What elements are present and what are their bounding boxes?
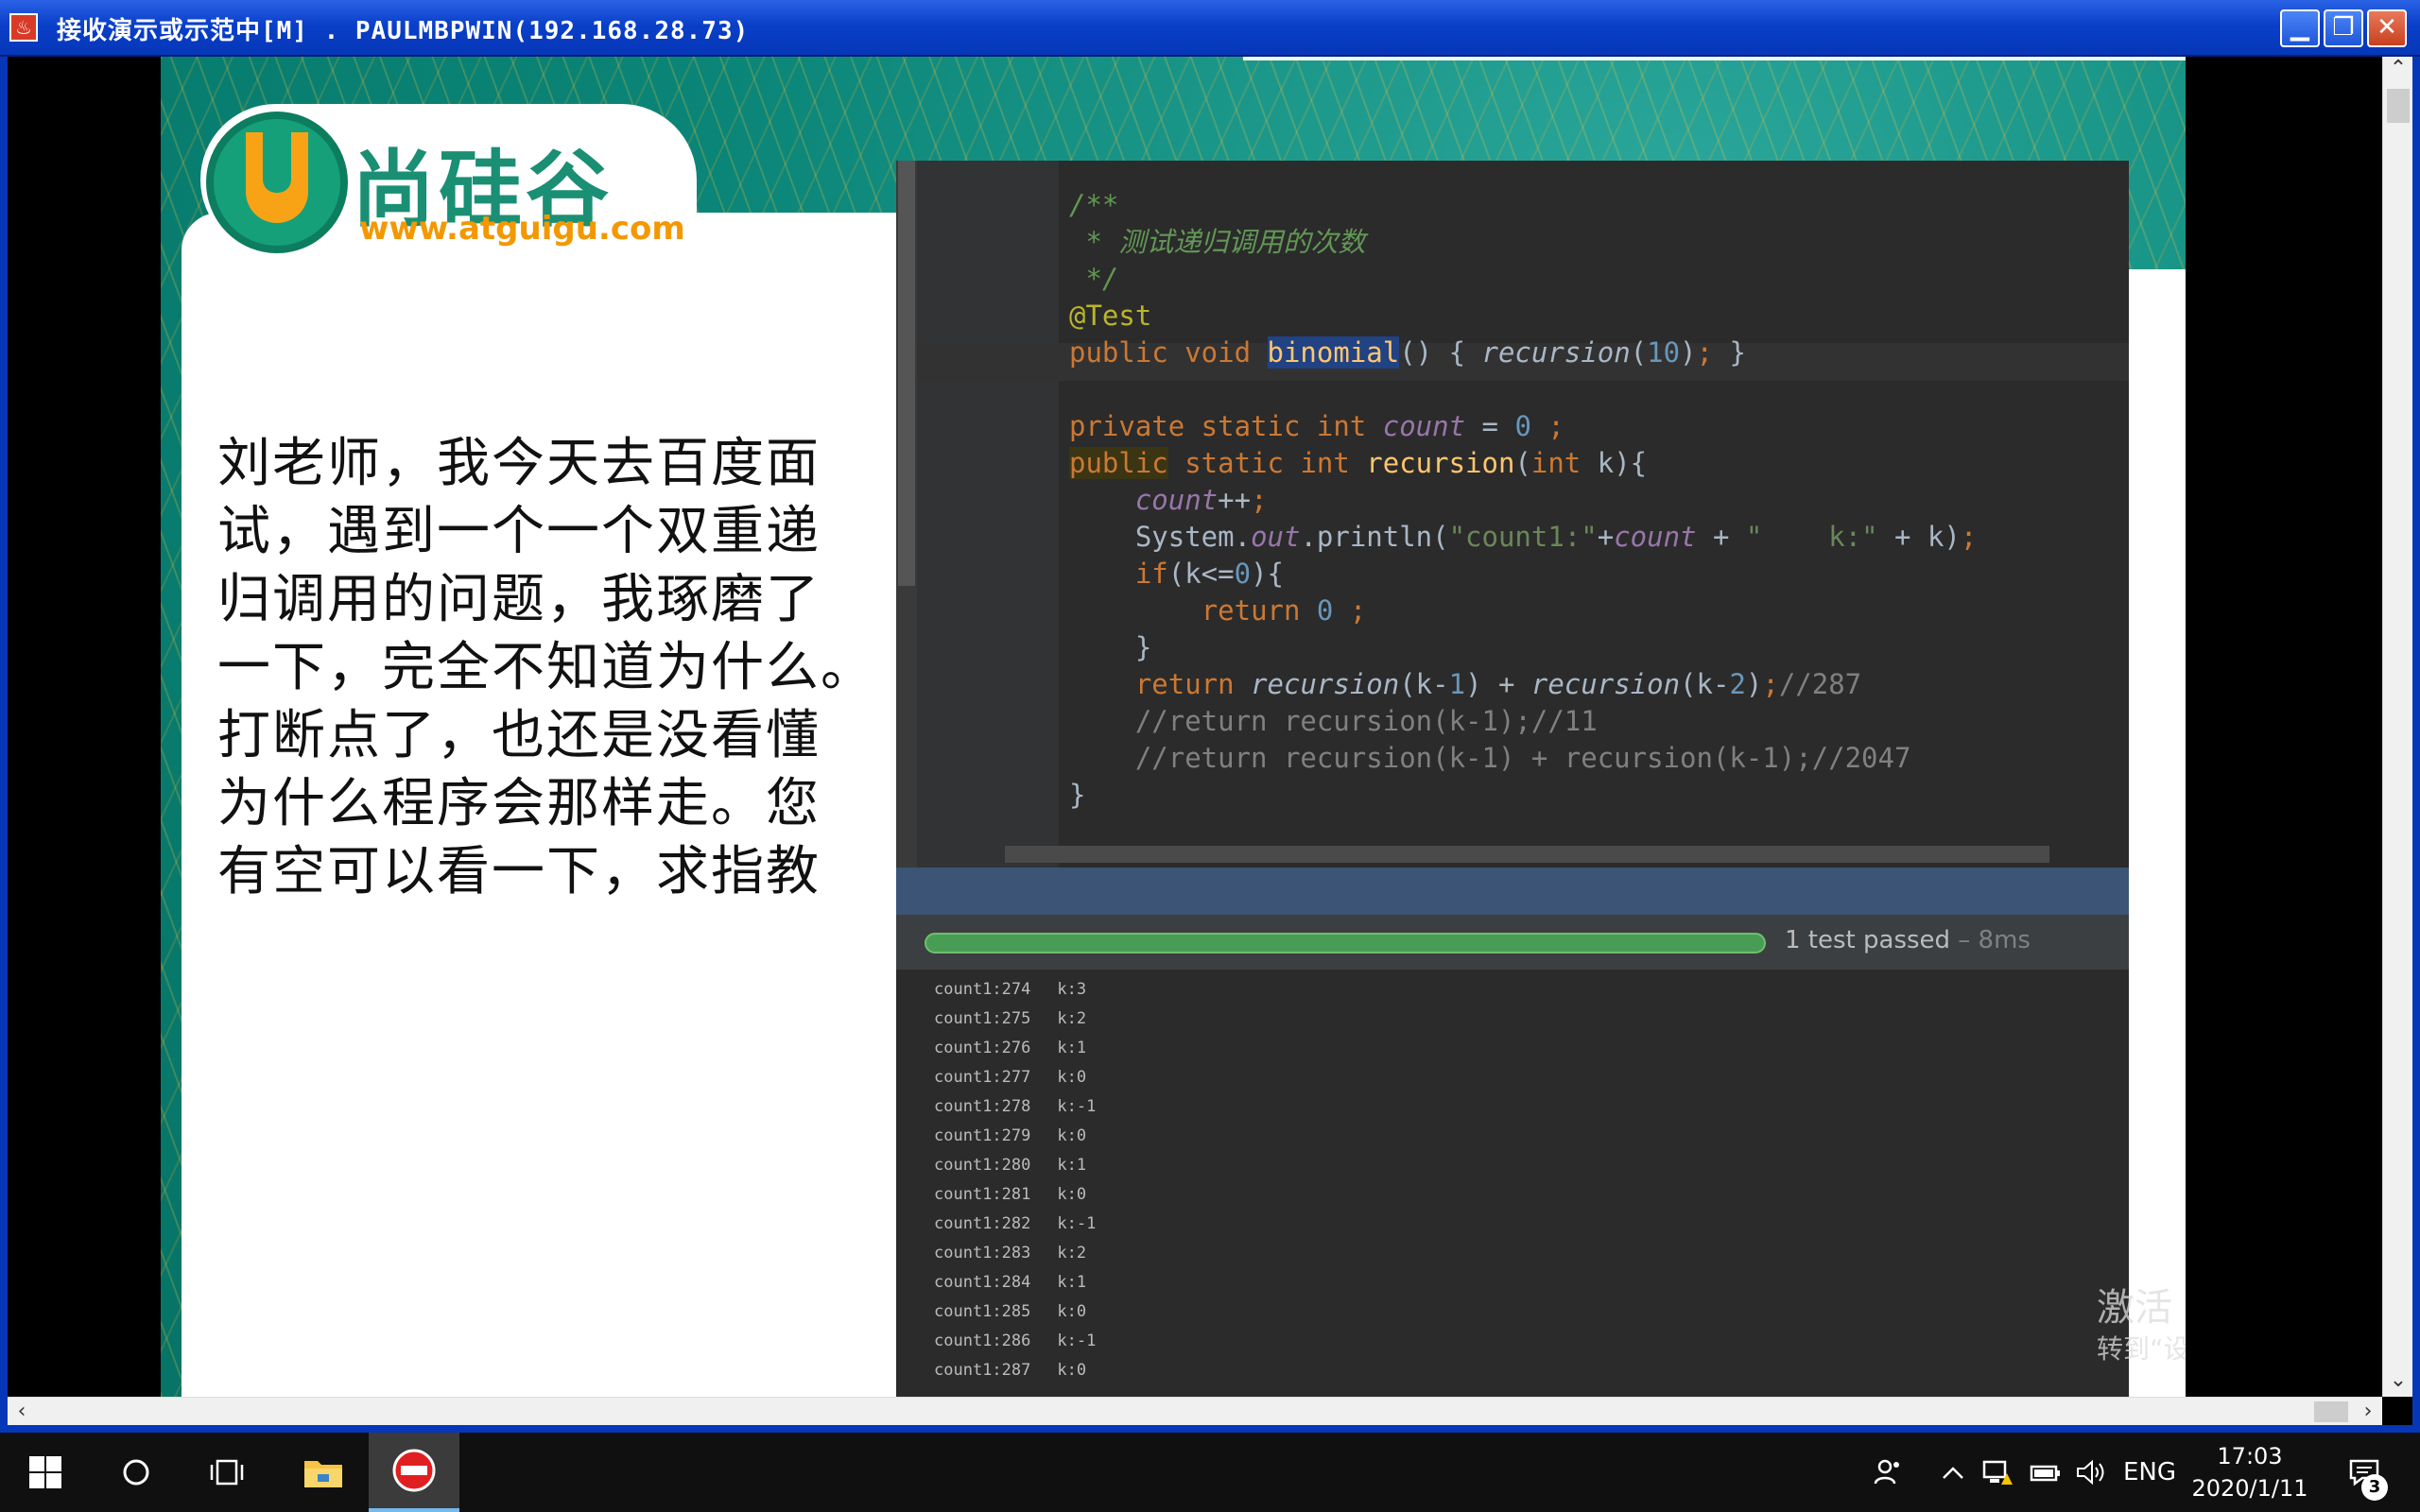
file-explorer-icon[interactable]: [278, 1433, 369, 1512]
scroll-left-icon[interactable]: ‹: [8, 1398, 36, 1426]
editor-gutter: [917, 161, 1059, 868]
network-icon[interactable]: [1979, 1433, 2017, 1512]
task-view-icon[interactable]: [182, 1433, 272, 1512]
console-row: count1:279 k:0: [934, 1122, 1096, 1151]
windows-activation-watermark: 激活 Windows 转到“设置”以激活 Windows。: [2097, 1285, 2186, 1368]
question-text: 刘老师，我今天去百度面 试，遇到一个一个双重递 归调用的问题，我琢磨了 一下，完…: [217, 433, 875, 902]
console-row: count1:287 k:0: [934, 1356, 1096, 1385]
scroll-up-icon[interactable]: ⌃: [2383, 57, 2413, 85]
console-count: count1:278: [934, 1097, 1031, 1116]
editor-horizontal-scrollbar: [1005, 846, 2049, 863]
console-count: count1:284: [934, 1273, 1031, 1292]
console-row: count1:284 k:1: [934, 1268, 1096, 1297]
console-k: k:0: [1057, 1302, 1087, 1321]
console-row: count1:285 k:0: [934, 1297, 1096, 1327]
console-k: k:0: [1057, 1068, 1087, 1087]
console-count: count1:285: [934, 1302, 1031, 1321]
code-editor: /** * 测试递归调用的次数 */@Test public void binom…: [896, 161, 2129, 868]
console-rows: count1:274 k:3 count1:275 k:2 count1:276 k:1 c…: [934, 975, 1096, 1385]
search-circle-icon[interactable]: [91, 1433, 182, 1512]
test-run-bar: 1 test passed – 8ms: [896, 915, 2129, 970]
run-panel-divider: [896, 868, 2129, 915]
window-title: 接收演示或示范中[M] . PAULMBPWIN(192.168.28.73): [57, 17, 750, 45]
console-k: k:1: [1057, 1156, 1087, 1175]
console-k: k:-1: [1057, 1332, 1097, 1350]
console-count: count1:280: [934, 1156, 1031, 1175]
console-count: count1:281: [934, 1185, 1031, 1204]
console-count: count1:277: [934, 1068, 1031, 1087]
editor-left-strip: [896, 161, 917, 868]
test-progress-bar: [925, 933, 1766, 954]
console-row: count1:282 k:-1: [934, 1210, 1096, 1239]
console-k: k:0: [1057, 1185, 1087, 1204]
console-row: count1:274 k:3: [934, 975, 1096, 1005]
console-count: count1:276: [934, 1039, 1031, 1057]
console-k: k:2: [1057, 1244, 1087, 1263]
logo-url-text: www.atguigu.com: [359, 210, 685, 248]
window-frame-right: [2412, 57, 2420, 1425]
no-entry-icon[interactable]: [369, 1433, 459, 1512]
console-count: count1:282: [934, 1214, 1031, 1233]
horizontal-scrollbar[interactable]: ‹ ›: [8, 1397, 2382, 1425]
console-output: count1:274 k:3 count1:275 k:2 count1:276 k:1 c…: [896, 970, 2129, 1397]
console-row: count1:286 k:-1: [934, 1327, 1096, 1356]
people-icon[interactable]: [1867, 1433, 1909, 1512]
taskbar: ENG 17:03 2020/1/11 3: [0, 1433, 2420, 1512]
scroll-right-icon[interactable]: ›: [2354, 1398, 2382, 1426]
console-count: count1:286: [934, 1332, 1031, 1350]
vertical-scrollbar[interactable]: ⌃ ⌄: [2382, 57, 2412, 1397]
windows-start-icon[interactable]: [0, 1433, 91, 1512]
console-row: count1:278 k:-1: [934, 1092, 1096, 1122]
battery-icon[interactable]: [2027, 1433, 2065, 1512]
console-row: count1:280 k:1: [934, 1151, 1096, 1180]
window-titlebar[interactable]: ♨ 接收演示或示范中[M] . PAULMBPWIN(192.168.28.73…: [0, 0, 2420, 57]
console-count: count1:283: [934, 1244, 1031, 1263]
console-count: count1:274: [934, 980, 1031, 999]
console-row: count1:275 k:2: [934, 1005, 1096, 1034]
atguigu-logo: 尚硅谷 www.atguigu.com: [200, 104, 697, 255]
presentation-slide: 尚硅谷 www.atguigu.com 刘老师，我今天去百度面 试，遇到一个一个…: [161, 57, 2186, 1397]
vertical-scroll-thumb[interactable]: [2387, 89, 2410, 123]
language-indicator[interactable]: ENG: [2121, 1433, 2178, 1512]
console-k: k:0: [1057, 1126, 1087, 1145]
window-frame-bottom: [0, 1425, 2420, 1433]
console-row: count1:277 k:0: [934, 1063, 1096, 1092]
console-k: k:3: [1057, 980, 1087, 999]
window-frame-left: [0, 57, 8, 1425]
console-k: k:-1: [1057, 1097, 1097, 1116]
console-k: k:1: [1057, 1039, 1087, 1057]
clock-time: 17:03: [2217, 1443, 2283, 1469]
console-k: k:-1: [1057, 1214, 1097, 1233]
horizontal-scroll-thumb[interactable]: [2314, 1401, 2348, 1422]
console-k: k:2: [1057, 1009, 1087, 1028]
activation-title: 激活 Windows: [2097, 1286, 2186, 1330]
remote-viewport[interactable]: 尚硅谷 www.atguigu.com 刘老师，我今天去百度面 试，遇到一个一个…: [8, 57, 2382, 1397]
console-row: count1:276 k:1: [934, 1034, 1096, 1063]
minimize-button[interactable]: ▁: [2280, 9, 2320, 47]
activation-subtitle: 转到“设置”以激活 Windows。: [2097, 1333, 2186, 1365]
chevron-up-icon[interactable]: [1936, 1433, 1970, 1512]
system-clock[interactable]: 17:03 2020/1/11: [2184, 1440, 2316, 1504]
console-count: count1:287: [934, 1361, 1031, 1380]
volume-icon[interactable]: [2072, 1433, 2110, 1512]
code-block: /** * 测试递归调用的次数 */@Test public void binom…: [1069, 189, 1978, 811]
close-button[interactable]: ✕: [2367, 9, 2407, 47]
slide-top-line: [1243, 57, 2186, 60]
console-row: count1:283 k:2: [934, 1239, 1096, 1268]
logo-u-icon: [206, 112, 348, 253]
console-k: k:0: [1057, 1361, 1087, 1380]
clock-date: 2020/1/11: [2191, 1475, 2308, 1502]
scroll-down-icon[interactable]: ⌄: [2383, 1368, 2413, 1397]
console-count: count1:279: [934, 1126, 1031, 1145]
restore-button[interactable]: ❐: [2324, 9, 2363, 47]
console-count: count1:275: [934, 1009, 1031, 1028]
notification-icon[interactable]: [2341, 1433, 2388, 1512]
console-k: k:1: [1057, 1273, 1087, 1292]
notification-count-badge: 3: [2361, 1474, 2388, 1501]
test-status: 1 test passed – 8ms: [1785, 926, 2031, 954]
app-icon: ♨: [9, 13, 38, 42]
console-row: count1:281 k:0: [934, 1180, 1096, 1210]
ide-screenshot: /** * 测试递归调用的次数 */@Test public void binom…: [896, 161, 2129, 1397]
